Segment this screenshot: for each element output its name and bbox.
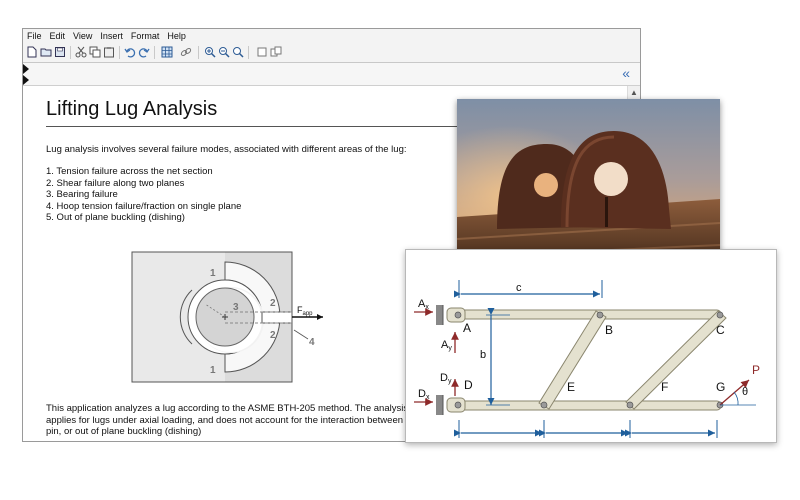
list-item: 2. Shear failure along two planes	[46, 177, 185, 189]
doc-intro: Lug analysis involves several failure mo…	[46, 144, 407, 155]
node-e: E	[567, 380, 575, 394]
load-p-label: P	[752, 363, 760, 377]
new-doc-icon[interactable]	[26, 46, 38, 58]
node-a: A	[463, 321, 471, 335]
node-d: D	[464, 378, 473, 392]
lug-label-2-top: 2	[270, 298, 276, 309]
list-item: 1. Tension failure across the net sectio…	[46, 166, 213, 177]
menu-bar: File Edit View Insert Format Help	[23, 29, 640, 43]
save-icon[interactable]	[54, 46, 66, 58]
reaction-dy: Dy	[440, 372, 452, 385]
table-icon[interactable]	[161, 46, 173, 58]
menu-file[interactable]: File	[23, 29, 46, 41]
truss-diagram-panel: c b Ax Ay Dx Dy A B C D E F G P θ	[405, 249, 777, 443]
copy-icon[interactable]	[89, 46, 101, 58]
open-folder-icon[interactable]	[40, 46, 52, 58]
zoom-in-icon[interactable]	[204, 46, 216, 58]
list-item: 5. Out of plane buckling (dishing)	[46, 212, 185, 223]
lug-label-4: 4	[309, 337, 315, 348]
redo-icon[interactable]	[138, 46, 150, 58]
scroll-up-icon[interactable]: ▲	[630, 88, 638, 97]
view-a-icon[interactable]	[256, 46, 268, 58]
lug-diagram: 1 2 3 2 4 1 Fapp	[131, 251, 323, 383]
collapse-panel-button[interactable]: «	[622, 65, 630, 81]
lug-label-3: 3	[233, 302, 239, 313]
lug-label-1-bottom: 1	[210, 365, 216, 376]
node-f: F	[661, 380, 668, 394]
menu-format[interactable]: Format	[127, 29, 164, 41]
cut-icon[interactable]	[75, 46, 87, 58]
ruler-bar: «	[23, 63, 640, 86]
link-icon[interactable]	[180, 46, 192, 58]
truss-diagram: c b Ax Ay Dx Dy A B C D E F G P θ	[414, 280, 760, 438]
list-item: 4. Hoop tension failure/fraction on sing…	[46, 200, 242, 212]
node-g: G	[716, 380, 725, 394]
failure-modes-list: 1. Tension failure across the net sectio…	[46, 166, 241, 224]
angle-theta-label: θ	[742, 386, 748, 398]
reaction-dx: Dx	[418, 388, 430, 401]
node-b: B	[605, 323, 613, 337]
menu-insert[interactable]: Insert	[96, 29, 127, 41]
reaction-ay: Ay	[441, 339, 452, 352]
menu-edit[interactable]: Edit	[46, 29, 70, 41]
lug-label-1-top: 1	[210, 268, 216, 279]
reaction-ax: Ax	[418, 298, 429, 311]
doc-paragraph: This application analyzes a lug accordin…	[46, 403, 408, 438]
paragraph-line: applies for lugs under axial loading, an…	[46, 414, 404, 426]
paste-icon[interactable]	[103, 46, 115, 58]
node-c: C	[716, 323, 725, 337]
zoom-out-icon[interactable]	[218, 46, 230, 58]
list-item: 3. Bearing failure	[46, 189, 118, 200]
doc-title: Lifting Lug Analysis	[46, 98, 218, 120]
paragraph-line: This application analyzes a lug accordin…	[46, 403, 409, 414]
toolbar	[23, 43, 640, 63]
indent-marker-bottom[interactable]	[23, 75, 29, 85]
menu-help[interactable]: Help	[163, 29, 190, 41]
menu-view[interactable]: View	[69, 29, 96, 41]
lug-label-2-bottom: 2	[270, 330, 276, 341]
view-b-icon[interactable]	[270, 46, 282, 58]
zoom-fit-icon[interactable]	[232, 46, 244, 58]
paragraph-line: pin, or out of plane buckling (dishing)	[46, 426, 202, 437]
force-label: Fapp	[297, 305, 313, 317]
dim-c-label: c	[516, 282, 522, 294]
indent-marker-top[interactable]	[23, 64, 29, 74]
undo-icon[interactable]	[124, 46, 136, 58]
dim-b-label: b	[480, 349, 486, 361]
